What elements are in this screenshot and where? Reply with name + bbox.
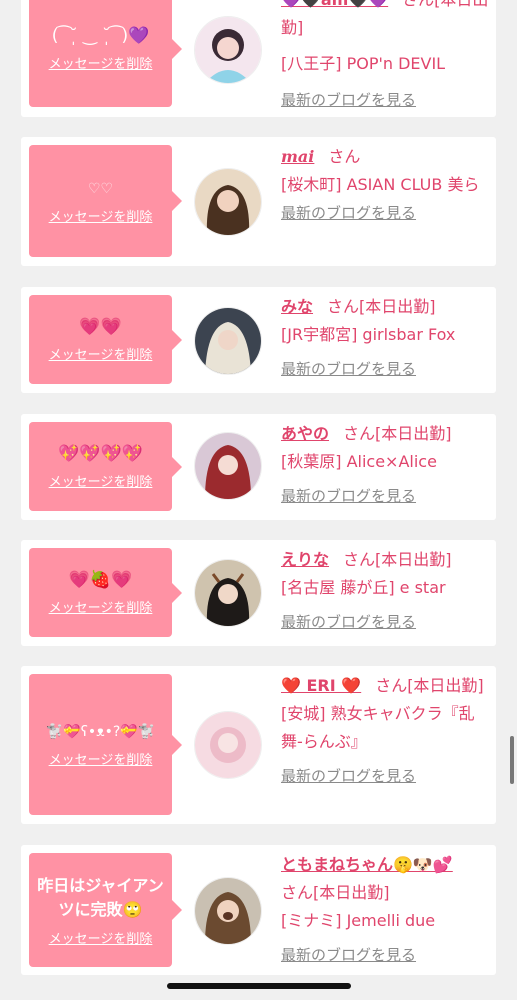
- delete-message-link[interactable]: メッセージを削除: [49, 344, 153, 363]
- favorite-card: 💗💗 メッセージを削除 みな さん[本日出勤] [JR宇都宮] girlsbar …: [21, 287, 496, 393]
- message-bubble: ♡♡ メッセージを削除: [29, 145, 182, 257]
- avatar[interactable]: [194, 16, 262, 84]
- delete-message-link[interactable]: メッセージを削除: [49, 471, 153, 490]
- delete-message-link[interactable]: メッセージを削除: [49, 928, 153, 947]
- message-bubble: 💖💖💖💖 メッセージを削除: [29, 422, 182, 511]
- home-indicator[interactable]: [167, 983, 351, 989]
- profile-name-link[interactable]: 💜🖤am🖤💜: [281, 0, 388, 9]
- latest-blog-link[interactable]: 最新のブログを見る: [281, 355, 491, 383]
- profile-name-link[interactable]: ❤️ ERI ❤️: [281, 676, 361, 695]
- profile-info: ❤️ ERI ❤️ さん[本日出勤] [安城] 熟女キャバクラ『乱舞-らんぶ』 最…: [281, 672, 491, 790]
- message-text: 昨日はジャイアンツに完敗🙄: [37, 875, 164, 919]
- latest-blog-link[interactable]: 最新のブログを見る: [281, 941, 491, 969]
- profile-name-link[interactable]: みな: [281, 297, 313, 316]
- profile-info: 💜🖤am🖤💜さん[本日出勤] [八王子] POP'n DEVIL 最新のブログを…: [281, 0, 491, 114]
- message-text: ♡♡: [87, 180, 114, 197]
- profile-name-link[interactable]: えりな: [281, 550, 329, 569]
- avatar[interactable]: [194, 559, 262, 627]
- message-bubble: 💗🍓💗 メッセージを削除: [29, 548, 182, 637]
- latest-blog-link[interactable]: 最新のブログを見る: [281, 608, 491, 636]
- message-text: ( ͡ ˘̩ ‿ ˘̩ ͡ )💜: [51, 26, 150, 46]
- avatar[interactable]: [194, 307, 262, 375]
- message-bubble: 💗💗 メッセージを削除: [29, 295, 182, 384]
- message-bubble: ( ͡ ˘̩ ‿ ˘̩ ͡ )💜 メッセージを削除: [29, 0, 182, 107]
- message-text: 💖💖💖💖: [58, 444, 143, 464]
- avatar[interactable]: [194, 711, 262, 779]
- profile-suffix: さん[本日出勤]: [281, 883, 390, 902]
- avatar[interactable]: [194, 168, 262, 236]
- shop-name: [安城] 熟女キャバクラ『乱舞-らんぶ』: [281, 704, 475, 751]
- delete-message-link[interactable]: メッセージを削除: [49, 206, 153, 225]
- profile-name-link[interactable]: ともまねちゃん🤫🐶💕: [281, 851, 491, 879]
- avatar[interactable]: [194, 432, 262, 500]
- profile-info: みな さん[本日出勤] [JR宇都宮] girlsbar Fox 最新のブログを見…: [281, 293, 491, 383]
- profile-name-link[interactable]: mai: [281, 147, 314, 166]
- delete-message-link[interactable]: メッセージを削除: [49, 597, 153, 616]
- delete-message-link[interactable]: メッセージを削除: [49, 53, 153, 72]
- shop-name: [桜木町] ASIAN CLUB 美ら: [281, 175, 480, 194]
- profile-suffix: さん: [328, 147, 361, 166]
- message-text: 💗💗: [79, 317, 122, 337]
- profile-name-link[interactable]: あやの: [281, 424, 329, 443]
- shop-name: [秋葉原] Alice×Alice: [281, 452, 437, 471]
- profile-suffix: さん[本日出勤]: [327, 297, 436, 316]
- favorite-card: 💖💖💖💖 メッセージを削除 あやの さん[本日出勤] [秋葉原] Alice×Al…: [21, 414, 496, 520]
- profile-suffix: さん[本日出勤]: [343, 424, 452, 443]
- profile-suffix: さん[本日出勤]: [343, 550, 452, 569]
- scrollbar-thumb[interactable]: [510, 736, 514, 784]
- latest-blog-link[interactable]: 最新のブログを見る: [281, 762, 491, 790]
- latest-blog-link[interactable]: 最新のブログを見る: [281, 86, 491, 114]
- shop-name: [JR宇都宮] girlsbar Fox: [281, 325, 456, 344]
- message-bubble: 昨日はジャイアンツに完敗🙄 メッセージを削除: [29, 853, 182, 967]
- favorite-card: 💗🍓💗 メッセージを削除 えりな さん[本日出勤] [名古屋 藤が丘] e sta…: [21, 540, 496, 646]
- profile-info: あやの さん[本日出勤] [秋葉原] Alice×Alice 最新のブログを見る: [281, 420, 491, 510]
- message-bubble: 🐩💝ʕ•ᴥ•?💝🐩 メッセージを削除: [29, 674, 182, 815]
- latest-blog-link[interactable]: 最新のブログを見る: [281, 482, 491, 510]
- profile-suffix: さん[本日出勤]: [375, 676, 484, 695]
- avatar[interactable]: [194, 877, 262, 945]
- shop-name: [名古屋 藤が丘] e star: [281, 578, 446, 597]
- shop-name: [八王子] POP'n DEVIL: [281, 54, 446, 73]
- shop-name: [ミナミ] Jemelli due: [281, 911, 436, 930]
- delete-message-link[interactable]: メッセージを削除: [49, 749, 153, 768]
- message-text: 🐩💝ʕ•ᴥ•?💝🐩: [45, 724, 156, 740]
- favorite-card: 昨日はジャイアンツに完敗🙄 メッセージを削除 ともまねちゃん🤫🐶💕 さん[本日出…: [21, 845, 496, 975]
- message-text: 💗🍓💗: [68, 570, 133, 590]
- profile-info: えりな さん[本日出勤] [名古屋 藤が丘] e star 最新のブログを見る: [281, 546, 491, 636]
- profile-info: mai さん [桜木町] ASIAN CLUB 美ら 最新のブログを見る: [281, 143, 491, 227]
- favorite-card: ♡♡ メッセージを削除 mai さん [桜木町] ASIAN CLUB 美ら 最新…: [21, 137, 496, 266]
- latest-blog-link[interactable]: 最新のブログを見る: [281, 199, 491, 227]
- favorite-card: ( ͡ ˘̩ ‿ ˘̩ ͡ )💜 メッセージを削除 💜🖤am🖤💜さん[本日出勤]…: [21, 0, 496, 117]
- profile-info: ともまねちゃん🤫🐶💕 さん[本日出勤] [ミナミ] Jemelli due 最新…: [281, 851, 491, 969]
- favorite-card: 🐩💝ʕ•ᴥ•?💝🐩 メッセージを削除 ❤️ ERI ❤️ さん[本日出勤] [安城…: [21, 666, 496, 824]
